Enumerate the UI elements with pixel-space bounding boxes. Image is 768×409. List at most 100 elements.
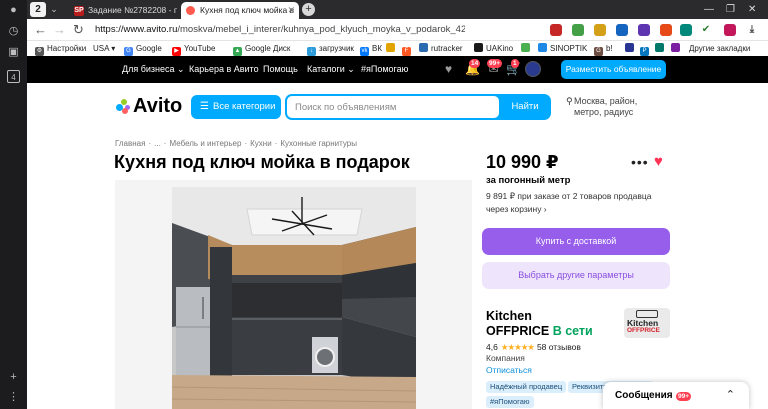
address-bar[interactable]: https://www.avito.ru/moskva/mebel_i_inte…: [95, 24, 465, 35]
download-icon[interactable]: ⤓: [746, 24, 758, 36]
topnav-help[interactable]: Помощь: [263, 63, 298, 75]
choose-options-button[interactable]: Выбрать другие параметры: [482, 262, 670, 289]
url-path: /moskva/mebel_i_interer/kuhnya_pod_klyuc…: [177, 24, 465, 35]
search-input[interactable]: [287, 96, 499, 118]
kitchen-photo-image: [172, 187, 416, 409]
tab-active[interactable]: Кухня под ключ мойка в ✕: [181, 2, 299, 19]
extension-icon[interactable]: [572, 24, 584, 36]
bookmark-downloader[interactable]: ↓ загрузчик: [307, 42, 354, 56]
all-categories-button[interactable]: ☰ Все категории: [191, 95, 281, 119]
extension-icon[interactable]: [680, 24, 692, 36]
collections-icon[interactable]: ▣: [7, 46, 20, 59]
bookmark-settings[interactable]: ⚙ Настройки: [35, 42, 86, 56]
messages-widget[interactable]: Сообщения 99+ ⌃: [603, 382, 749, 409]
history-icon[interactable]: ◷: [7, 25, 20, 38]
bookmark-sinoptik[interactable]: SINOPTIK: [538, 42, 587, 55]
extension-icon[interactable]: [724, 24, 736, 36]
favorite-heart-icon[interactable]: ♥: [654, 153, 663, 170]
close-tab-icon[interactable]: ✕: [287, 2, 295, 19]
reload-button[interactable]: ↻: [73, 22, 84, 38]
topnav-business[interactable]: Для бизнеса ⌄: [122, 63, 185, 75]
notifications-badge: 14: [469, 59, 481, 68]
bookmark-usa-folder[interactable]: USA ▾: [93, 42, 115, 55]
bulk-price-note[interactable]: 9 891 ₽ при заказе от 2 товаров продавца…: [486, 190, 666, 216]
checkmark-extension-icon[interactable]: ✔: [700, 24, 712, 36]
bookmark-icon: [521, 43, 530, 52]
favorites-icon[interactable]: ♥: [442, 63, 455, 75]
bookmark-icon-only[interactable]: F: [402, 42, 414, 56]
panel-settings-icon[interactable]: ⋮: [7, 391, 20, 404]
reviews-link[interactable]: 58 отзывов: [537, 342, 581, 352]
rating-stars-icon: ★★★★★: [500, 342, 535, 352]
forward-button[interactable]: →: [53, 22, 66, 38]
breadcrumb-ellipsis[interactable]: ...: [154, 139, 161, 148]
bookmark-icon-only[interactable]: [655, 42, 667, 55]
profile-icon[interactable]: ●: [7, 4, 20, 17]
topnav-catalogs[interactable]: Каталоги ⌄: [307, 63, 355, 75]
close-window-button[interactable]: ✕: [748, 2, 756, 17]
search-bar: Найти: [285, 94, 551, 120]
seller-rating[interactable]: 4,6 ★★★★★ 58 отзывов: [486, 342, 581, 353]
add-panel-icon[interactable]: +: [7, 371, 20, 384]
tag-i-help[interactable]: #яПомогаю: [486, 396, 534, 408]
tab-list-chevron-icon[interactable]: ⌄: [48, 2, 60, 17]
photo-gallery[interactable]: [115, 180, 472, 409]
seller-name[interactable]: Kitchen OFFPRICE В сети: [486, 309, 593, 339]
listing-photo[interactable]: [172, 187, 416, 409]
bookmark-icon-only[interactable]: [386, 42, 398, 55]
rutracker-icon: [419, 43, 428, 52]
cart-badge: 1: [511, 59, 519, 68]
unsubscribe-link[interactable]: Отписаться: [486, 365, 532, 375]
bookmark-google-drive[interactable]: ▲ Google Диск: [233, 42, 290, 56]
other-bookmarks[interactable]: Другие закладки: [689, 42, 750, 55]
bookmark-uakino[interactable]: UAKino: [474, 42, 513, 55]
bookmark-icon-only[interactable]: [625, 42, 637, 55]
breadcrumb-kitchen-sets[interactable]: Кухонные гарнитуры: [280, 139, 357, 148]
vk-icon: vk: [360, 47, 369, 56]
extension-icon[interactable]: [660, 24, 672, 36]
bookmark-icon-only[interactable]: P: [640, 42, 652, 56]
browser-toolbar: ← → ↻ https://www.avito.ru/moskva/mebel_…: [27, 19, 768, 41]
sinoptik-icon: [538, 43, 547, 52]
back-button[interactable]: ←: [34, 22, 47, 38]
place-ad-button[interactable]: Разместить объявление: [561, 60, 666, 79]
avito-logo[interactable]: Avito: [116, 95, 182, 117]
maximize-button[interactable]: ❐: [726, 2, 735, 17]
extension-icon[interactable]: [638, 24, 650, 36]
breadcrumb-home[interactable]: Главная: [115, 139, 145, 148]
extension-icon[interactable]: [616, 24, 628, 36]
settings-icon: ⚙: [35, 47, 44, 56]
bookmark-b[interactable]: Gb!: [594, 42, 613, 56]
bookmark-icon-only[interactable]: [671, 42, 683, 55]
more-options-icon[interactable]: •••: [631, 154, 649, 170]
location-pin-icon: ⚲: [566, 96, 573, 106]
location-selector[interactable]: ⚲ Москва, район, метро, радиус: [566, 96, 666, 118]
bookmark-icon: [655, 43, 664, 52]
topnav-careers[interactable]: Карьера в Авито: [189, 63, 259, 75]
url-host: https://www.avito.ru: [95, 24, 178, 35]
breadcrumb-furniture[interactable]: Мебель и интерьер: [169, 139, 241, 148]
bookmark-icon-only[interactable]: [521, 42, 533, 55]
bookmark-rutracker[interactable]: rutracker: [419, 42, 463, 55]
bookmark-google[interactable]: G Google: [124, 42, 162, 56]
avatar[interactable]: [525, 61, 541, 77]
new-tab-button[interactable]: +: [302, 3, 315, 16]
tab-inactive[interactable]: SP Задание №2782208 - про: [69, 2, 177, 19]
buy-with-delivery-button[interactable]: Купить с доставкой: [482, 228, 670, 255]
bookmark-vk[interactable]: vk ВК: [360, 42, 382, 56]
avito-logo-icon: [116, 99, 131, 114]
chevron-up-icon[interactable]: ⌃: [726, 388, 735, 401]
bookmark-icon: P: [640, 47, 649, 56]
bookmark-icon: [671, 43, 680, 52]
bookmark-youtube[interactable]: ▶ YouTube: [172, 42, 215, 56]
tab-count-button[interactable]: 2: [30, 2, 46, 17]
topnav-i-help[interactable]: #яПомогаю: [361, 63, 408, 75]
minimize-button[interactable]: —: [704, 2, 714, 17]
seller-logo[interactable]: Kitchen OFFPRICE: [624, 308, 670, 338]
breadcrumb-kitchens[interactable]: Кухни: [250, 139, 272, 148]
extension-icon[interactable]: [550, 24, 562, 36]
tab-number-icon[interactable]: 4: [7, 70, 20, 83]
extension-icon[interactable]: [594, 24, 606, 36]
search-button[interactable]: Найти: [501, 96, 549, 118]
tag-reliable-seller[interactable]: Надёжный продавец: [486, 381, 567, 393]
